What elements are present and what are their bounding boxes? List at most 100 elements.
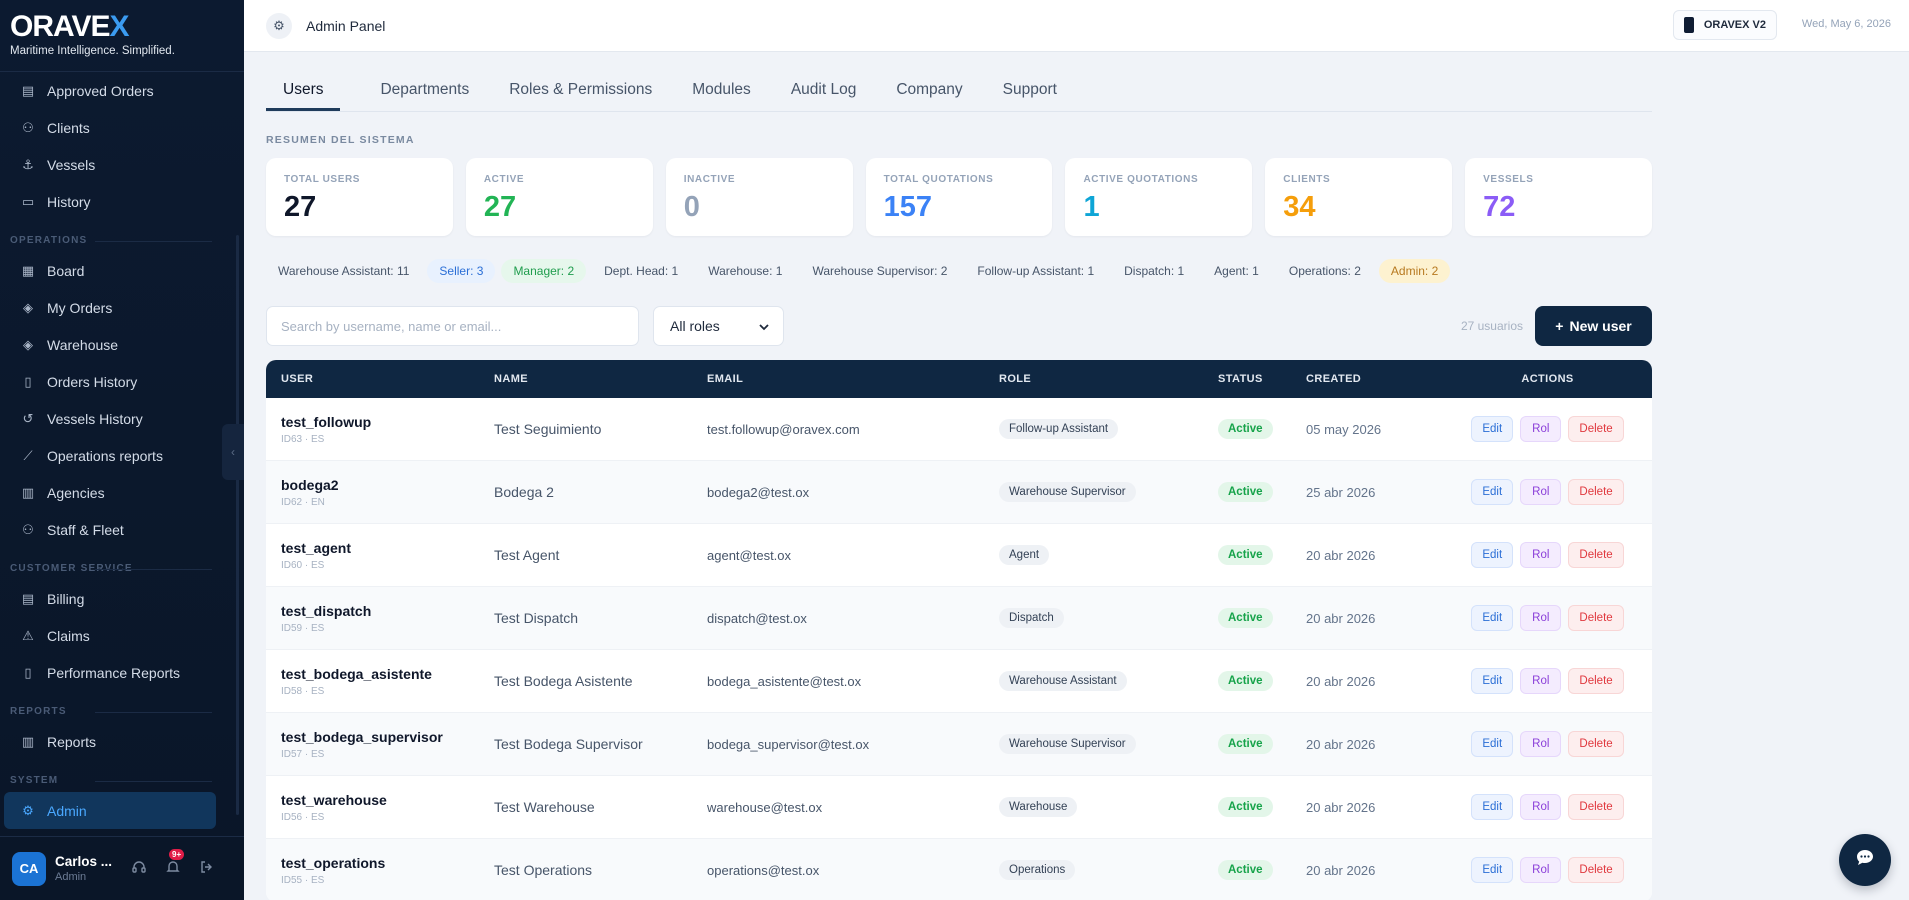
table-row: test_warehouse ID56 · ES Test Warehouse war… xyxy=(266,776,1652,839)
sidebar-item-orders-history[interactable]: ▯ Orders History xyxy=(0,363,236,400)
role-button[interactable]: Rol xyxy=(1520,857,1562,883)
sidebar-item-history[interactable]: ▭ History xyxy=(0,183,236,220)
delete-button[interactable]: Delete xyxy=(1568,416,1624,442)
version-badge[interactable]: ORAVEX V2 xyxy=(1672,10,1777,40)
table-body: test_followup ID63 · ES Test Seguimiento te… xyxy=(266,398,1652,900)
tab-support[interactable]: Support xyxy=(1003,81,1057,111)
header-role[interactable]: ROLE xyxy=(999,373,1218,385)
tab-departments[interactable]: Departments xyxy=(380,81,469,111)
header-status[interactable]: STATUS xyxy=(1218,373,1306,385)
sidebar-item-warehouse[interactable]: ◈ Warehouse xyxy=(0,326,236,363)
brand[interactable]: ORAVEX Maritime Intelligence. Simplified… xyxy=(0,0,244,72)
stat-label: TOTAL QUOTATIONS xyxy=(883,174,994,185)
sidebar-item-admin[interactable]: ⚙ Admin xyxy=(4,792,216,829)
edit-button[interactable]: Edit xyxy=(1471,542,1514,568)
sidebar-item-my-orders[interactable]: ◈ My Orders xyxy=(0,289,236,326)
header-user[interactable]: USER xyxy=(266,373,494,385)
tab-modules[interactable]: Modules xyxy=(692,81,751,111)
logout-icon[interactable] xyxy=(199,859,215,878)
header-email[interactable]: EMAIL xyxy=(707,373,999,385)
role-cell: Warehouse Assistant xyxy=(999,671,1218,691)
role-filter-select[interactable]: All roles xyxy=(653,306,784,346)
tab-audit-log[interactable]: Audit Log xyxy=(791,81,857,111)
header-name[interactable]: NAME xyxy=(494,373,707,385)
edit-button[interactable]: Edit xyxy=(1471,794,1514,820)
sidebar-item-vessels-history[interactable]: ↺ Vessels History xyxy=(0,400,236,437)
delete-button[interactable]: Delete xyxy=(1568,605,1624,631)
role-count-pill[interactable]: Operations: 2 xyxy=(1277,259,1373,283)
admin-icon: ⚙ xyxy=(22,802,34,818)
role-count-pill[interactable]: Manager: 2 xyxy=(501,259,587,283)
headset-icon[interactable] xyxy=(131,859,147,878)
username: test_warehouse xyxy=(281,791,387,808)
tab-roles-permissions[interactable]: Roles & Permissions xyxy=(509,81,652,111)
chevron-down-icon xyxy=(759,318,769,334)
role-count-pill[interactable]: Dispatch: 1 xyxy=(1112,259,1196,283)
edit-button[interactable]: Edit xyxy=(1471,731,1514,757)
row-actions: Edit Rol Delete xyxy=(1443,605,1652,631)
sidebar-item-approved-orders[interactable]: ▤ Approved Orders xyxy=(0,72,236,109)
search-input[interactable] xyxy=(266,306,639,346)
role-count-pill[interactable]: Follow-up Assistant: 1 xyxy=(965,259,1106,283)
sidebar-scrollbar[interactable] xyxy=(236,235,239,815)
edit-button[interactable]: Edit xyxy=(1471,668,1514,694)
sidebar-item-board[interactable]: ▦ Board xyxy=(0,252,236,289)
table-row: test_operations ID55 · ES Test Operations o… xyxy=(266,839,1652,900)
full-name: Test Bodega Asistente xyxy=(494,673,633,689)
edit-button[interactable]: Edit xyxy=(1471,416,1514,442)
sidebar-item-label: My Orders xyxy=(47,299,113,316)
sidebar-item-staff-fleet[interactable]: ⚇ Staff & Fleet xyxy=(0,511,236,548)
table-row: test_bodega_asistente ID58 · ES Test Bodeg… xyxy=(266,650,1652,713)
edit-button[interactable]: Edit xyxy=(1471,605,1514,631)
sidebar-item-vessels[interactable]: ⚓ Vessels xyxy=(0,146,236,183)
settings-icon[interactable]: ⚙ xyxy=(266,12,292,39)
role-count-pill[interactable]: Seller: 3 xyxy=(427,259,496,283)
new-user-button[interactable]: + New user xyxy=(1535,306,1652,346)
delete-button[interactable]: Delete xyxy=(1568,479,1624,505)
delete-button[interactable]: Delete xyxy=(1568,794,1624,820)
user-name: Carlos ... xyxy=(55,854,113,869)
collapse-sidebar-button[interactable]: ‹ xyxy=(222,424,244,480)
avatar[interactable]: CA xyxy=(12,851,46,886)
sidebar-item-billing[interactable]: ▤ Billing xyxy=(0,580,236,617)
role-count-pill[interactable]: Agent: 1 xyxy=(1202,259,1271,283)
user-cell: test_bodega_asistente ID58 · ES xyxy=(266,666,494,697)
role-button[interactable]: Rol xyxy=(1520,794,1562,820)
stat-label: VESSELS xyxy=(1483,174,1534,185)
row-actions: Edit Rol Delete xyxy=(1443,668,1652,694)
role-count-pill[interactable]: Warehouse Assistant: 11 xyxy=(266,259,421,283)
delete-button[interactable]: Delete xyxy=(1568,668,1624,694)
sidebar-item-clients[interactable]: ⚇ Clients xyxy=(0,109,236,146)
stat-value: 34 xyxy=(1283,191,1316,223)
sidebar-item-claims[interactable]: ⚠ Claims xyxy=(0,617,236,654)
delete-button[interactable]: Delete xyxy=(1568,731,1624,757)
role-button[interactable]: Rol xyxy=(1520,416,1562,442)
chevron-left-icon: ‹ xyxy=(231,445,235,459)
header-created[interactable]: CREATED xyxy=(1306,373,1443,385)
sidebar-item-operations-reports[interactable]: ⟋ Operations reports xyxy=(0,437,236,474)
role-count-pill[interactable]: Admin: 2 xyxy=(1378,259,1451,283)
role-button[interactable]: Rol xyxy=(1520,542,1562,568)
stat-value: 0 xyxy=(683,191,700,223)
username: test_followup xyxy=(281,413,372,430)
delete-button[interactable]: Delete xyxy=(1568,542,1624,568)
role-button[interactable]: Rol xyxy=(1520,731,1562,757)
tab-company[interactable]: Company xyxy=(896,81,962,111)
role-button[interactable]: Rol xyxy=(1520,605,1562,631)
role-button[interactable]: Rol xyxy=(1520,668,1562,694)
tab-users[interactable]: Users xyxy=(266,81,341,111)
role-count-pill[interactable]: Warehouse: 1 xyxy=(696,259,794,283)
sidebar-item-label: Approved Orders xyxy=(47,82,154,99)
role-count-pill[interactable]: Warehouse Supervisor: 2 xyxy=(800,259,959,283)
sidebar-item-reports[interactable]: ▥ Reports xyxy=(0,723,236,760)
sidebar-item-performance-reports[interactable]: ▯ Performance Reports xyxy=(0,654,236,691)
stat-card-inactive: INACTIVE 0 xyxy=(665,158,853,236)
delete-button[interactable]: Delete xyxy=(1568,857,1624,883)
edit-button[interactable]: Edit xyxy=(1471,479,1514,505)
edit-button[interactable]: Edit xyxy=(1471,857,1514,883)
role-count-pill[interactable]: Dept. Head: 1 xyxy=(592,259,690,283)
sidebar-item-agencies[interactable]: ▥ Agencies xyxy=(0,474,236,511)
chat-button[interactable] xyxy=(1839,834,1891,886)
bell-icon[interactable]: 9+ xyxy=(165,849,185,878)
role-button[interactable]: Rol xyxy=(1520,479,1562,505)
